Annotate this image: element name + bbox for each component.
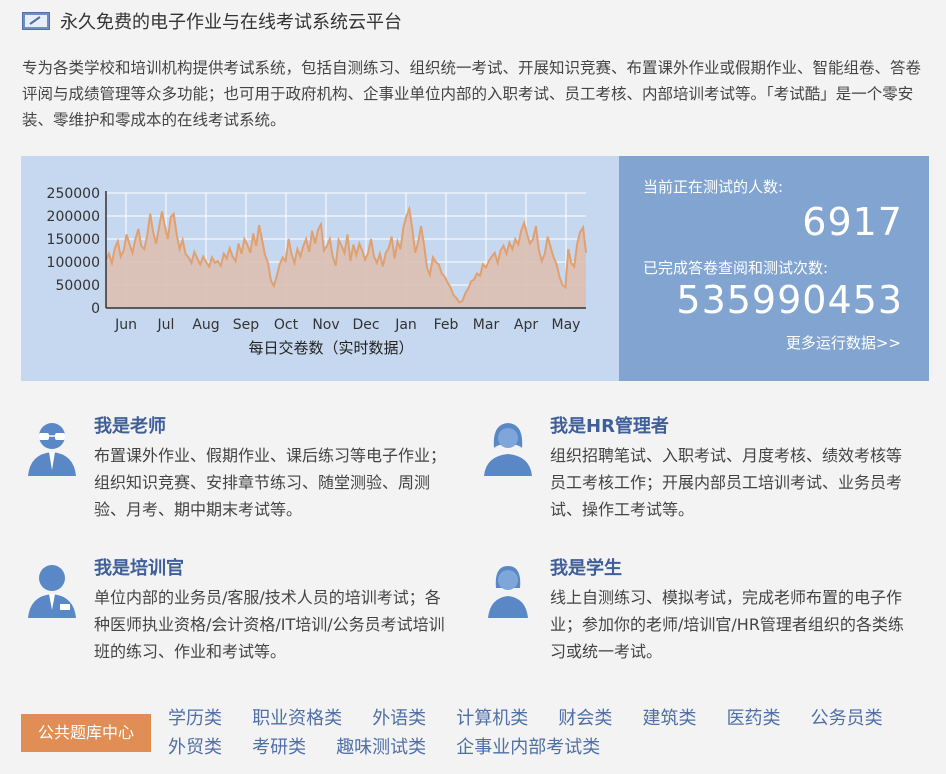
- x-tick-label: Feb: [434, 317, 459, 333]
- x-tick-label: Sep: [233, 317, 260, 333]
- total-tests-label: 已完成答卷查阅和测试次数:: [643, 259, 829, 277]
- x-tick-label: Aug: [192, 317, 219, 333]
- x-tick-label: Apr: [514, 317, 538, 333]
- category-link[interactable]: 考研类: [252, 733, 306, 762]
- intro-text: 专为各类学校和培训机构提供考试系统，包括自测练习、组织统一考试、开展知识竞赛、布…: [22, 59, 922, 129]
- category-link[interactable]: 建筑类: [642, 704, 696, 733]
- daily-submissions-chart: 0 50000 100000 150000 200000 250000 Jun Jul Aug S…: [21, 156, 619, 381]
- x-tick-label: Jan: [394, 317, 417, 333]
- live-stats: 当前正在测试的人数: 6917 已完成答卷查阅和测试次数: 535990453 …: [619, 156, 929, 381]
- y-tick-label: 0: [91, 301, 100, 317]
- category-link[interactable]: 外贸类: [168, 733, 222, 762]
- x-tick-label: Jul: [157, 317, 175, 333]
- stats-panel: 0 50000 100000 150000 200000 250000 Jun Jul Aug S…: [21, 156, 929, 381]
- category-link[interactable]: 趣味测试类: [336, 733, 426, 762]
- category-link[interactable]: 医药类: [727, 704, 781, 733]
- trainer-icon: [28, 565, 76, 618]
- category-link[interactable]: 职业资格类: [252, 704, 342, 733]
- y-tick-label: 250000: [47, 186, 100, 202]
- current-testers-count: 6917: [802, 200, 903, 244]
- role-desc: 线上自测练习、模拟考试，完成老师布置的电子作业；参加你的老师/培训官/HR管理者…: [550, 588, 904, 661]
- role-desc: 组织招聘笔试、入职考试、月度考核、绩效考核等员工考核工作；开展内部员工培训考试、…: [550, 446, 903, 519]
- category-links: 学历类 职业资格类 外语类 计算机类 财会类 建筑类 医药类 公务员类 外贸类 …: [168, 704, 938, 762]
- hr-manager-icon: [484, 423, 532, 476]
- role-name: 我是老师: [94, 416, 166, 437]
- x-tick-label: Jun: [114, 317, 137, 333]
- category-link[interactable]: 财会类: [558, 704, 612, 733]
- public-question-bank-button[interactable]: 公共题库中心: [21, 714, 151, 752]
- category-link[interactable]: 外语类: [372, 704, 426, 733]
- x-axis-label: 每日交卷数（实时数据）: [248, 339, 413, 357]
- y-tick-label: 150000: [47, 232, 100, 248]
- role-desc: 布置课外作业、假期作业、课后练习等电子作业；组织知识竞赛、安排章节练习、随堂测验…: [94, 446, 447, 519]
- pencil-note-icon: [22, 12, 50, 30]
- x-tick-label: May: [552, 317, 581, 333]
- y-tick-label: 50000: [55, 278, 100, 294]
- more-stats-link[interactable]: 更多运行数据>>: [786, 332, 901, 353]
- category-link[interactable]: 学历类: [168, 704, 222, 733]
- x-tick-label: Oct: [274, 317, 299, 333]
- x-tick-label: Dec: [352, 317, 379, 333]
- category-link[interactable]: 计算机类: [456, 704, 528, 733]
- series-area: [106, 209, 586, 308]
- x-tick-label: Mar: [473, 317, 500, 333]
- y-tick-label: 200000: [47, 209, 100, 225]
- current-testers-label: 当前正在测试的人数:: [643, 178, 784, 196]
- category-link[interactable]: 公务员类: [811, 704, 883, 733]
- role-desc: 单位内部的业务员/客服/技术人员的培训考试；各种医师执业资格/会计资格/IT培训…: [94, 588, 445, 661]
- x-tick-label: Nov: [312, 317, 339, 333]
- role-section: 我是老师 布置课外作业、假期作业、课后练习等电子作业；组织知识竞赛、安排章节练习…: [0, 400, 946, 680]
- page-title: 永久免费的电子作业与在线考试系统云平台: [60, 12, 402, 33]
- y-tick-label: 100000: [47, 255, 100, 271]
- student-icon: [488, 566, 528, 618]
- role-name: 我是学生: [550, 558, 622, 579]
- chart-svg: 0 50000 100000 150000 200000 250000 Jun Jul Aug S…: [47, 186, 587, 357]
- total-tests-count: 535990453: [676, 278, 903, 322]
- teacher-icon: [28, 423, 76, 476]
- page-header: 永久免费的电子作业与在线考试系统云平台: [22, 8, 402, 34]
- category-link[interactable]: 企事业内部考试类: [456, 733, 600, 762]
- role-name: 我是培训官: [94, 558, 184, 579]
- role-name: 我是HR管理者: [550, 416, 669, 437]
